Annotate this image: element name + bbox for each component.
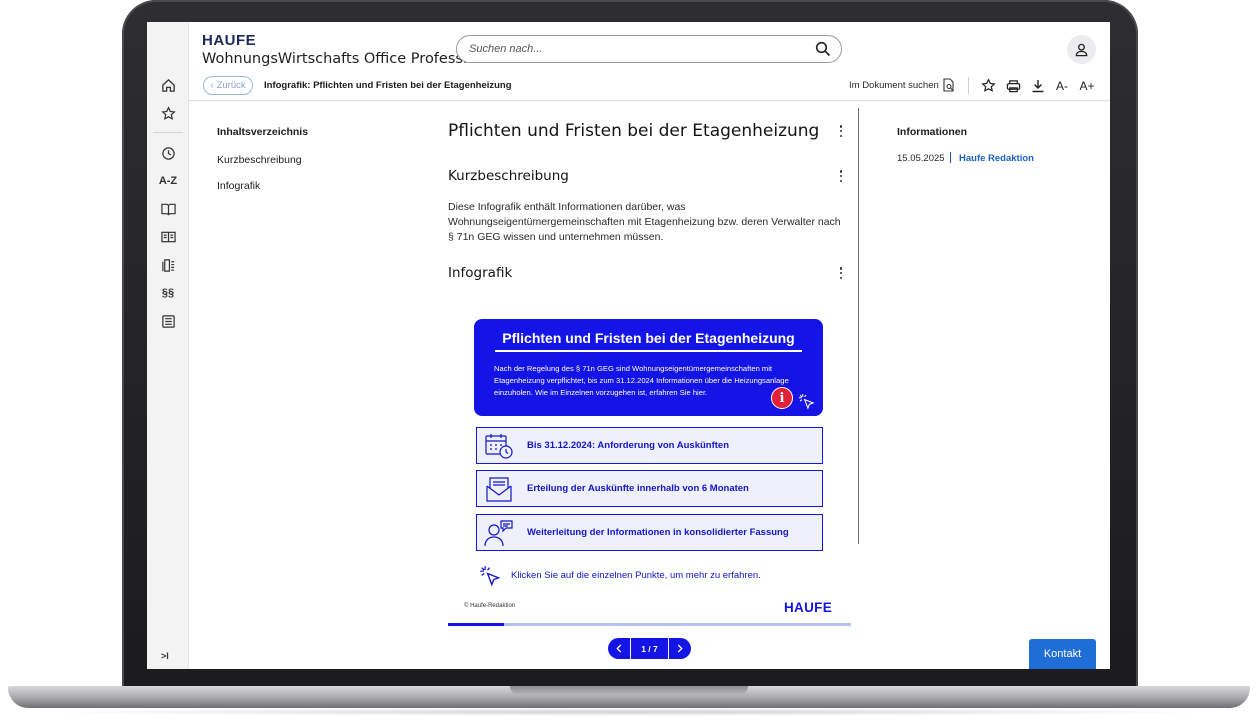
rail-collapse-button[interactable]: >I xyxy=(161,651,169,661)
infographic-step-2[interactable]: Erteilung der Auskünfte innerhalb von 6 … xyxy=(476,470,823,507)
product-name: WohnungsWirtschafts Office Professional xyxy=(202,51,498,67)
section-more-icon[interactable] xyxy=(837,266,845,280)
info-author-link[interactable]: Haufe Redaktion xyxy=(959,153,1034,164)
toolbar-divider xyxy=(968,77,969,94)
history-icon[interactable] xyxy=(155,142,181,164)
slide-pager: 1 / 7 xyxy=(608,638,691,659)
infographic-header-card: Pflichten und Fristen bei der Etagenheiz… xyxy=(474,319,823,416)
search-icon[interactable] xyxy=(815,41,831,62)
toc-title: Inhaltsverzeichnis xyxy=(217,126,309,138)
toc-item-infografik[interactable]: Infografik xyxy=(217,180,260,192)
article-more-icon[interactable] xyxy=(837,124,845,138)
az-index-icon[interactable]: A-Z xyxy=(155,170,181,192)
laptop-notch xyxy=(510,686,748,695)
column-divider xyxy=(858,108,859,544)
font-increase-button[interactable]: A+ xyxy=(1078,77,1096,94)
step-label: Weiterleitung der Informationen in konso… xyxy=(527,527,789,538)
section-title-infografik: Infografik xyxy=(448,265,513,281)
search-input[interactable] xyxy=(469,41,799,57)
find-in-document-link[interactable]: Im Dokument suchen xyxy=(849,80,939,91)
next-slide-button[interactable] xyxy=(669,638,691,659)
slide-progress-fill xyxy=(448,623,505,626)
brand-logo[interactable]: HAUFE xyxy=(202,32,256,49)
info-panel-title: Informationen xyxy=(897,126,967,138)
document-list-icon[interactable] xyxy=(155,254,181,276)
book-icon[interactable] xyxy=(155,198,181,220)
app-screen: A-Z §§ >I HAUFE WohnungsWirtschafts Offi… xyxy=(147,22,1110,669)
document-breadcrumb: Infografik: Pflichten und Fristen bei de… xyxy=(264,80,512,91)
click-cursor-icon xyxy=(798,393,815,415)
find-in-document-icon[interactable] xyxy=(943,78,955,97)
user-avatar-button[interactable] xyxy=(1067,35,1096,64)
infographic-hint: Klicken Sie auf die einzelnen Punkte, um… xyxy=(511,570,761,581)
back-button[interactable]: ‹ Zurück xyxy=(203,76,253,95)
previous-slide-button[interactable] xyxy=(608,638,630,659)
info-separator xyxy=(950,152,951,163)
infographic-step-1[interactable]: Bis 31.12.2024: Anforderung von Auskünft… xyxy=(476,427,823,464)
user-icon xyxy=(1075,43,1088,57)
book-image-icon[interactable] xyxy=(155,226,181,248)
toc-item-kurzbeschreibung[interactable]: Kurzbeschreibung xyxy=(217,154,302,166)
slide-progress-track xyxy=(448,623,851,626)
header-divider xyxy=(189,100,1110,101)
infographic-title-underline xyxy=(495,350,802,352)
print-icon[interactable] xyxy=(1004,77,1022,94)
article-title: Pflichten und Fristen bei der Etagenheiz… xyxy=(448,121,820,141)
slide-counter: 1 / 7 xyxy=(630,638,669,659)
back-label: Zurück xyxy=(216,80,246,91)
chevron-left-icon: ‹ xyxy=(210,80,214,91)
info-date: 15.05.2025 xyxy=(897,153,945,164)
star-icon[interactable] xyxy=(155,102,181,124)
info-icon[interactable]: i xyxy=(771,387,793,409)
chevron-left-icon xyxy=(616,644,622,653)
infographic-step-3[interactable]: Weiterleitung der Informationen in konso… xyxy=(476,514,823,551)
chevron-right-icon xyxy=(677,644,683,653)
infographic-copyright: © Haufe-Redaktion xyxy=(464,603,516,609)
click-cursor-icon xyxy=(479,565,501,592)
kontakt-button[interactable]: Kontakt xyxy=(1029,639,1096,669)
step-label: Erteilung der Auskünfte innerhalb von 6 … xyxy=(527,483,749,494)
archive-icon[interactable] xyxy=(155,310,181,332)
download-icon[interactable] xyxy=(1029,77,1047,94)
home-icon[interactable] xyxy=(155,74,181,96)
rail-divider xyxy=(153,132,183,133)
sidebar-rail: A-Z §§ >I xyxy=(147,22,189,669)
infographic-intro: Nach der Regelung des § 71n GEG sind Woh… xyxy=(494,364,789,397)
calendar-clock-icon xyxy=(477,428,521,463)
laptop-shadow xyxy=(30,708,1228,716)
person-speech-icon xyxy=(477,515,521,550)
infographic-logo: HAUFE xyxy=(784,600,832,615)
font-decrease-button[interactable]: A- xyxy=(1053,77,1071,94)
bookmark-star-icon[interactable] xyxy=(979,77,997,94)
section-more-icon[interactable] xyxy=(837,169,845,183)
paragraph-icon[interactable]: §§ xyxy=(155,282,181,304)
search-bar xyxy=(456,35,842,63)
section-text: Diese Infografik enthält Informationen d… xyxy=(448,201,841,243)
step-label: Bis 31.12.2024: Anforderung von Auskünft… xyxy=(527,440,730,451)
infographic-title: Pflichten und Fristen bei der Etagenheiz… xyxy=(502,330,795,346)
envelope-letter-icon xyxy=(477,471,521,506)
section-title-kurzbeschreibung: Kurzbeschreibung xyxy=(448,168,569,184)
